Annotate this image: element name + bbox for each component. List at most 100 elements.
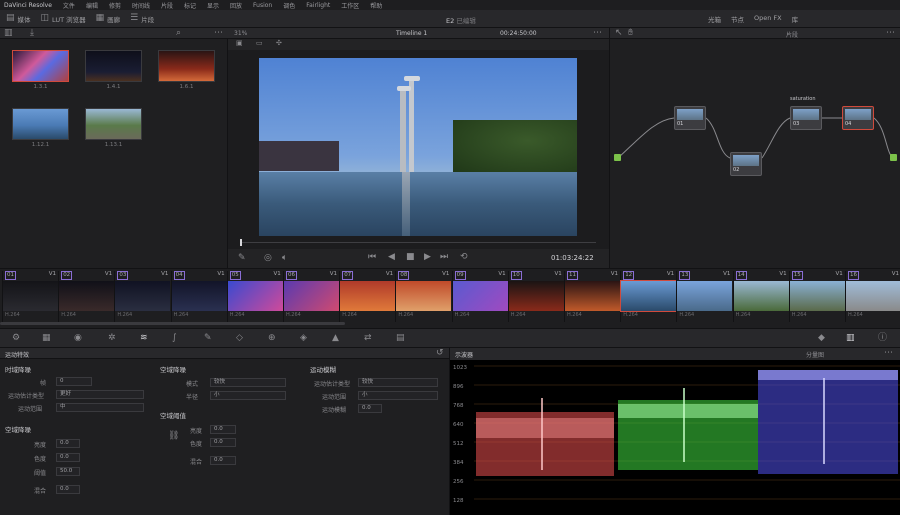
clip-thumbnail[interactable]: 13 V1 H.264 [676, 271, 733, 322]
sp-mix-value[interactable]: 0.0 [210, 456, 236, 465]
motion-effects-icon[interactable]: ≋ [140, 334, 148, 343]
color-node-03[interactable]: 03 [790, 106, 822, 130]
color-node-02[interactable]: 02 [730, 152, 762, 176]
sizing-icon[interactable]: ⇄ [364, 334, 372, 343]
menu-item[interactable]: Fusion [253, 2, 272, 9]
lightbox-button[interactable]: 光箱 [708, 14, 721, 24]
chroma-value[interactable]: 0.0 [56, 453, 80, 462]
rgb-mixer-icon[interactable]: ✲ [108, 334, 116, 343]
loop-icon[interactable]: ⟲ [460, 253, 468, 262]
blur-icon[interactable]: ◈ [300, 334, 307, 343]
play-icon[interactable]: ▶ [424, 253, 431, 262]
gallery-still[interactable] [85, 108, 142, 140]
color-node-01[interactable]: 01 [674, 106, 706, 130]
last-frame-icon[interactable]: ⏭︎ [440, 253, 448, 262]
curves-icon[interactable]: ∫ [172, 334, 177, 343]
menu-item[interactable]: 文件 [63, 1, 75, 10]
key-icon[interactable]: ▲ [332, 334, 339, 343]
clip-thumbnail[interactable]: 11 V1 H.264 [564, 271, 620, 322]
gallery-still[interactable] [12, 50, 69, 82]
threshold-value[interactable]: 50.0 [56, 467, 80, 476]
scope-mode-select[interactable]: 分量图 [806, 350, 824, 359]
menu-item[interactable]: 片段 [161, 1, 173, 10]
motion-est-select[interactable]: 更好 [56, 390, 144, 399]
clip-thumbnail[interactable]: 08 V1 H.264 [395, 271, 452, 322]
highlight-icon[interactable]: ✣ [276, 40, 282, 47]
clip-thumbnail[interactable]: 03 V1 H.264 [114, 271, 171, 322]
volume-icon[interactable]: 🔈︎ [282, 254, 287, 263]
color-wheels-icon[interactable]: ◉ [74, 334, 82, 343]
clip-thumbnail[interactable]: 04 V1 H.264 [170, 271, 227, 322]
clip-thumbnail[interactable]: 01 V1 H.264 [2, 271, 58, 322]
blur-est-select[interactable]: 较快 [358, 378, 438, 387]
clips-button[interactable]: ☰ 片段 [130, 14, 154, 24]
gallery-still[interactable] [158, 50, 215, 82]
step-back-icon[interactable]: ◀ [388, 253, 395, 262]
window-icon[interactable]: ◇ [236, 334, 243, 343]
openfx-button[interactable]: Open FX [754, 14, 782, 24]
eyedropper-icon[interactable]: ✎ [238, 254, 246, 263]
menu-item[interactable]: 回放 [230, 1, 242, 10]
menu-item[interactable]: 帮助 [370, 1, 382, 10]
color-node-04[interactable]: 04 [842, 106, 874, 130]
library-button[interactable]: 库 [792, 14, 799, 24]
split-icon[interactable]: ▭ [256, 40, 263, 47]
luma-value[interactable]: 0.0 [56, 439, 80, 448]
keyframes-icon[interactable]: ◆ [818, 334, 825, 343]
first-frame-icon[interactable]: ⏮︎ [368, 253, 376, 262]
clip-thumbnail[interactable]: 06 V1 H.264 [283, 271, 339, 322]
more-icon[interactable]: ⋯ [593, 29, 602, 38]
mode-select[interactable]: 较快 [210, 378, 286, 387]
camera-raw-icon[interactable]: ⚙ [12, 334, 20, 343]
sidebar-icon[interactable]: ▥ [4, 29, 13, 38]
scopes-icon[interactable]: ▥ [846, 334, 855, 343]
clip-thumbnail[interactable]: 14 V1 H.264 [732, 271, 789, 322]
search-icon[interactable]: ⌕ [176, 29, 181, 38]
lut-button[interactable]: ◫ LUT 浏览器 [41, 14, 86, 24]
viewer-mode-icon[interactable]: ▣ [236, 40, 243, 47]
clip-thumbnail[interactable]: 09 V1 H.264 [451, 271, 508, 322]
gallery-button[interactable]: ▦ 画廊 [96, 14, 121, 24]
menu-item[interactable]: 标记 [184, 1, 196, 10]
link-icon[interactable]: ⛓︎ [168, 432, 179, 441]
timeline-selector[interactable]: Timeline 1 [396, 30, 427, 37]
clip-thumbnail[interactable]: 10 V1 H.264 [507, 271, 564, 322]
grade-icon[interactable]: ◎ [264, 254, 272, 263]
reset-icon[interactable]: ↺ [436, 349, 444, 358]
menu-item[interactable]: 修剪 [109, 1, 121, 10]
3d-icon[interactable]: ▤ [396, 334, 405, 343]
sp-chroma-value[interactable]: 0.0 [210, 438, 236, 447]
info-icon[interactable]: ⓘ [878, 334, 887, 343]
more-icon[interactable]: ⋯ [884, 349, 893, 358]
blend-value[interactable]: 0.0 [56, 485, 80, 494]
menu-item[interactable]: 工作区 [341, 1, 359, 10]
clip-thumbnail[interactable]: 07 V1 H.264 [339, 271, 396, 322]
qualifier-icon[interactable]: ✎ [204, 334, 212, 343]
motion-range-select[interactable]: 中 [56, 403, 144, 412]
clip-thumbnail[interactable]: 15 V1 H.264 [788, 271, 845, 322]
grab-still-icon[interactable]: ⤓ [30, 29, 34, 38]
menu-item[interactable]: DaVinci Resolve [4, 2, 52, 9]
clip-thumbnail[interactable]: 02 V1 H.264 [58, 271, 115, 322]
stop-icon[interactable]: ■ [406, 253, 415, 262]
gallery-still[interactable] [12, 108, 69, 140]
gallery-still[interactable] [85, 50, 142, 82]
sp-luma-value[interactable]: 0.0 [210, 425, 236, 434]
zoom-level[interactable]: 31% [234, 30, 247, 37]
menu-item[interactable]: Fairlight [306, 2, 330, 9]
blur-range-select[interactable]: 小 [358, 391, 438, 400]
blur-amount-value[interactable]: 0.0 [358, 404, 382, 413]
more-icon[interactable]: ⋯ [214, 29, 223, 38]
frames-select[interactable]: 0 [56, 377, 92, 386]
scrub-bar[interactable] [240, 242, 596, 243]
clip-thumbnail[interactable]: 16 V1 H.264 [845, 271, 900, 322]
menu-item[interactable]: 显示 [207, 1, 219, 10]
clip-thumbnail[interactable]: 12 V1 H.264 [620, 271, 678, 322]
clip-thumbnail[interactable]: 05 V1 H.264 [226, 271, 283, 322]
tracker-icon[interactable]: ⊕ [268, 334, 276, 343]
menu-item[interactable]: 时间线 [132, 1, 150, 10]
media-pool-button[interactable]: ▤ 媒体 [6, 14, 31, 24]
menu-item[interactable]: 调色 [283, 1, 295, 10]
playhead[interactable] [240, 239, 242, 246]
radius-select[interactable]: 小 [210, 391, 286, 400]
